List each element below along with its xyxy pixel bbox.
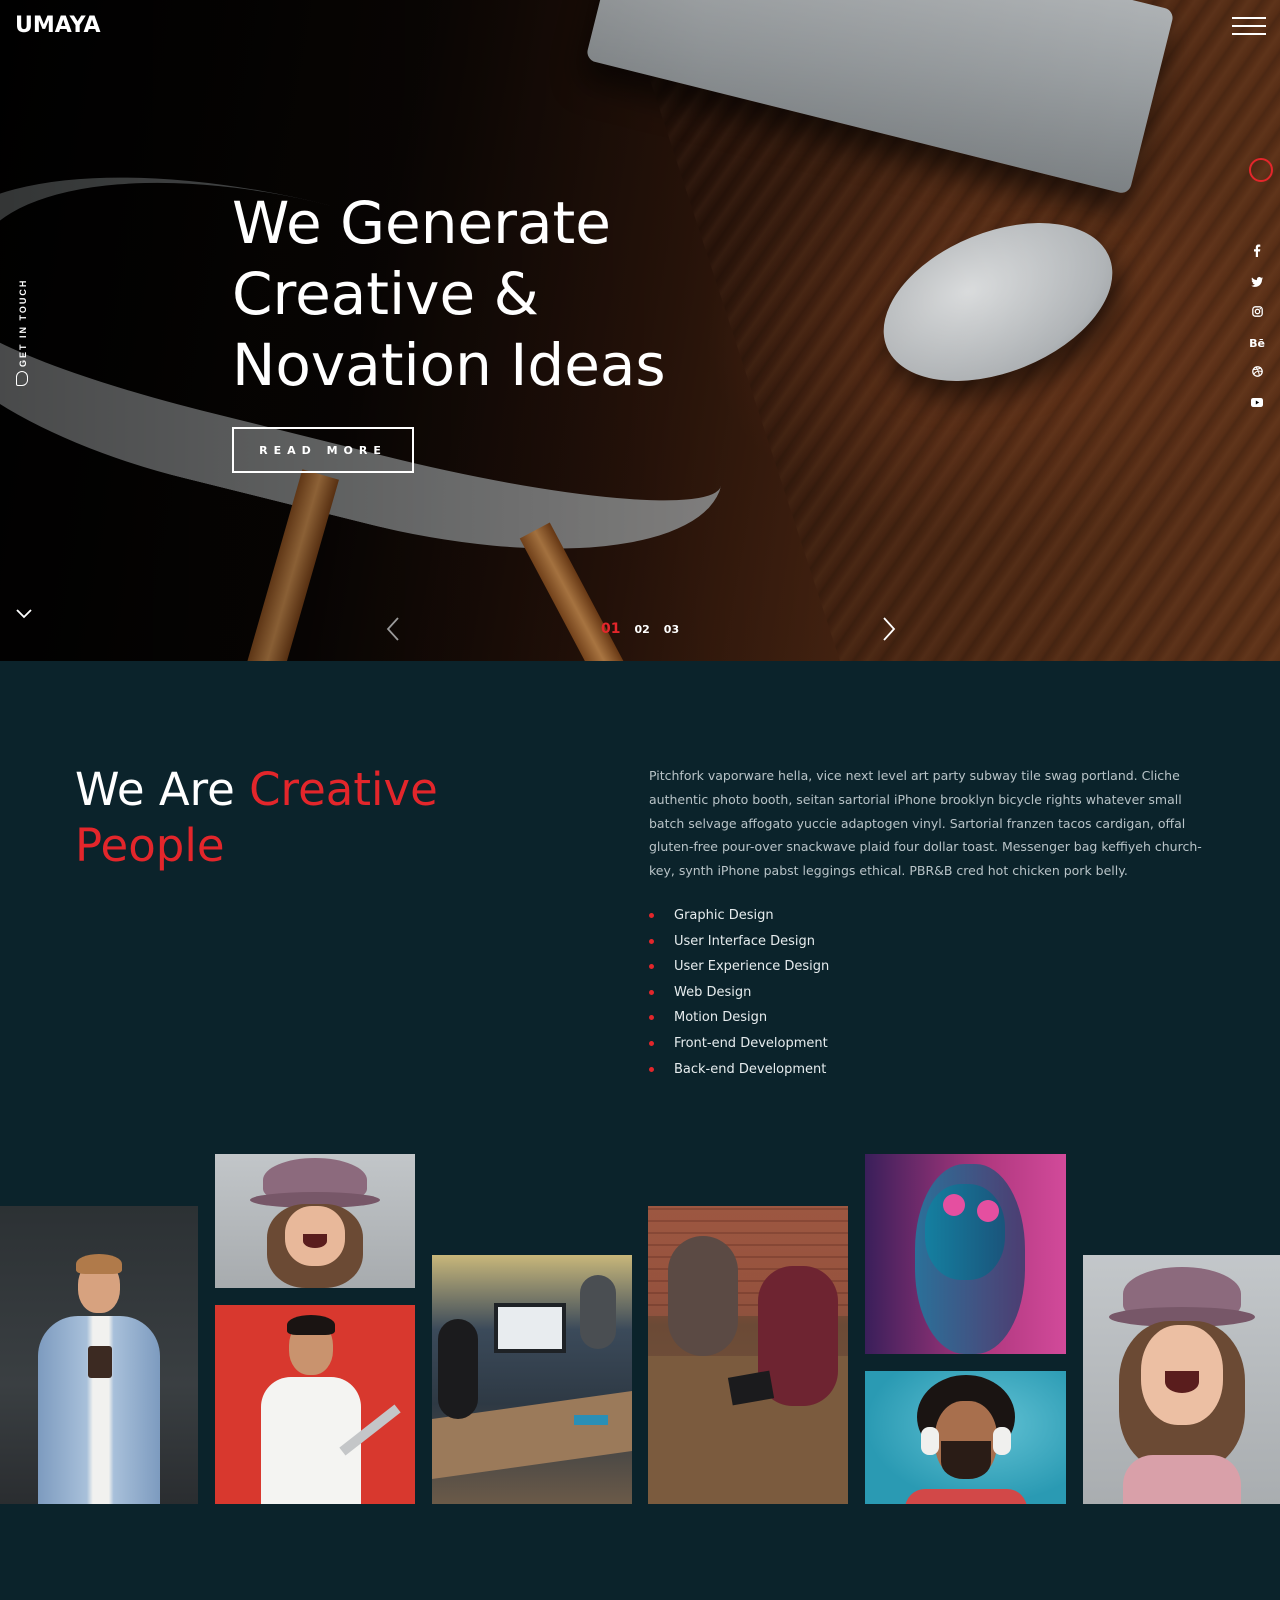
- service-item: User Interface Design: [649, 929, 829, 955]
- logo[interactable]: UMAYA: [15, 13, 101, 38]
- about-title-accent: Creative: [249, 763, 438, 816]
- dribbble-icon[interactable]: [1247, 364, 1267, 394]
- get-in-touch-label: GET IN TOUCH: [18, 278, 28, 367]
- gallery-photo-woman-hat-large[interactable]: [1083, 1255, 1280, 1504]
- read-more-button[interactable]: READ MORE: [232, 427, 414, 473]
- hamburger-menu-icon[interactable]: [1232, 17, 1266, 35]
- about-title: We Are Creative People: [75, 762, 555, 874]
- about-title-accent: People: [75, 819, 225, 872]
- behance-icon[interactable]: Bē: [1247, 334, 1267, 364]
- chevron-right-icon[interactable]: [880, 616, 898, 642]
- slide-indicator-02[interactable]: 02: [634, 623, 649, 636]
- gallery-photo-man-phone[interactable]: [0, 1206, 198, 1504]
- service-item: Back-end Development: [649, 1057, 829, 1083]
- chevron-left-icon[interactable]: [384, 616, 402, 642]
- service-item: Graphic Design: [649, 903, 829, 929]
- chevron-down-icon[interactable]: [15, 605, 33, 623]
- gallery-photo-man-headphones[interactable]: [865, 1371, 1066, 1504]
- slide-indicator-03[interactable]: 03: [664, 623, 679, 636]
- twitter-icon[interactable]: [1247, 274, 1267, 304]
- gallery-photo-office-team[interactable]: [432, 1255, 632, 1504]
- facebook-icon[interactable]: [1247, 244, 1267, 274]
- services-list: Graphic Design User Interface Design Use…: [649, 903, 829, 1082]
- slide-pager: 01 02 03: [601, 621, 679, 637]
- gallery-photo-woman-hat-small[interactable]: [215, 1154, 415, 1288]
- hero-title-line: We Generate: [232, 189, 611, 257]
- service-item: User Experience Design: [649, 954, 829, 980]
- about-paragraph: Pitchfork vaporware hella, vice next lev…: [649, 768, 1202, 879]
- service-item: Motion Design: [649, 1005, 829, 1031]
- service-item: Web Design: [649, 980, 829, 1006]
- social-links: Bē: [1247, 244, 1267, 424]
- about-title-white: We Are: [75, 763, 250, 816]
- gallery-photo-neon-woman[interactable]: [865, 1154, 1066, 1354]
- get-in-touch-link[interactable]: GET IN TOUCH: [13, 272, 33, 388]
- gallery-photo-team-table[interactable]: [648, 1206, 848, 1504]
- service-item: Front-end Development: [649, 1031, 829, 1057]
- gallery-photo-man-laptop[interactable]: [215, 1305, 415, 1504]
- hero-slider: UMAYA Bē GET IN TOUCH We Generate Creati…: [0, 0, 1280, 661]
- hero-title: We Generate Creative & Novation Ideas: [232, 188, 732, 401]
- cursor-ring-icon: [1249, 158, 1273, 182]
- hero-title-line: Novation Ideas: [232, 331, 666, 399]
- youtube-icon[interactable]: [1247, 394, 1267, 424]
- instagram-icon[interactable]: [1247, 304, 1267, 334]
- hero-title-line: Creative &: [232, 260, 539, 328]
- slide-indicator-01[interactable]: 01: [601, 621, 620, 637]
- chat-bubble-icon: [16, 371, 28, 386]
